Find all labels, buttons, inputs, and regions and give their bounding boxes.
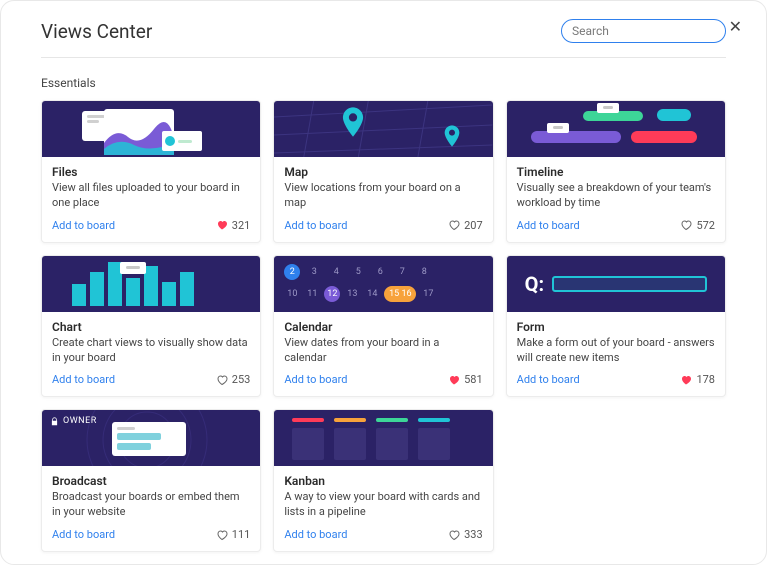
like-button[interactable]: 321 [216,219,251,232]
card-timeline[interactable]: Timeline Visually see a breakdown of your… [506,100,726,243]
header: Views Center [41,19,726,58]
card-files-thumb [42,101,260,157]
card-broadcast[interactable]: OWNER Broadcast Broadcast your boards or … [41,409,261,552]
card-desc: A way to view your board with cards and … [284,490,482,520]
like-button[interactable]: 111 [216,528,251,541]
like-count: 178 [696,373,715,386]
like-count: 111 [232,528,251,541]
add-to-board-button[interactable]: Add to board [517,219,580,232]
like-count: 207 [464,219,483,232]
card-files[interactable]: Files View all files uploaded to your boa… [41,100,261,243]
card-title: Map [284,165,482,179]
card-form[interactable]: Q: Form Make a form out of your board - a… [506,255,726,398]
cards-grid: Files View all files uploaded to your boa… [41,100,726,552]
heart-icon [216,374,228,386]
add-to-board-button[interactable]: Add to board [52,219,115,232]
card-form-thumb: Q: [507,256,725,312]
card-title: Kanban [284,474,482,488]
like-count: 333 [464,528,483,541]
card-desc: View all files uploaded to your board in… [52,181,250,211]
card-calendar-thumb: 2345678 101112131415 1617 [274,256,492,312]
card-desc: Create chart views to visually show data… [52,336,250,366]
search-input-wrap[interactable] [561,19,726,43]
like-count: 321 [232,219,251,232]
card-chart[interactable]: Chart Create chart views to visually show… [41,255,261,398]
like-button[interactable]: 253 [216,373,251,386]
section-label: Essentials [41,76,726,90]
add-to-board-button[interactable]: Add to board [284,528,347,541]
like-count: 253 [232,373,251,386]
card-title: Broadcast [52,474,250,488]
heart-icon [680,374,692,386]
card-title: Chart [52,320,250,334]
card-chart-thumb [42,256,260,312]
like-count: 581 [464,373,483,386]
like-button[interactable]: 333 [448,528,483,541]
add-to-board-button[interactable]: Add to board [52,373,115,386]
card-kanban[interactable]: Kanban A way to view your board with card… [273,409,493,552]
add-to-board-button[interactable]: Add to board [284,219,347,232]
heart-icon [216,219,228,231]
form-q-icon: Q: [525,272,544,296]
heart-icon [448,374,460,386]
search-input[interactable] [572,24,728,38]
card-map[interactable]: Map View locations from your board on a m… [273,100,493,243]
like-button[interactable]: 207 [448,219,483,232]
card-kanban-thumb [274,410,492,466]
heart-icon [216,529,228,541]
like-button[interactable]: 178 [680,373,715,386]
card-desc: Visually see a breakdown of your team's … [517,181,715,211]
add-to-board-button[interactable]: Add to board [52,528,115,541]
heart-icon [448,219,460,231]
heart-icon [680,219,692,231]
like-count: 572 [696,219,715,232]
card-title: Timeline [517,165,715,179]
card-title: Calendar [284,320,482,334]
close-icon[interactable]: ✕ [729,19,742,35]
card-desc: View dates from your board in a calendar [284,336,482,366]
card-desc: Broadcast your boards or embed them in y… [52,490,250,520]
map-pin-icon [444,125,460,147]
heart-icon [448,529,460,541]
card-calendar[interactable]: 2345678 101112131415 1617 Calendar View d… [273,255,493,398]
page-title: Views Center [41,20,152,43]
card-title: Files [52,165,250,179]
card-timeline-thumb [507,101,725,157]
like-button[interactable]: 581 [448,373,483,386]
map-pin-icon [342,107,364,137]
add-to-board-button[interactable]: Add to board [517,373,580,386]
add-to-board-button[interactable]: Add to board [284,373,347,386]
card-broadcast-thumb: OWNER [42,410,260,466]
like-button[interactable]: 572 [680,219,715,232]
card-desc: View locations from your board on a map [284,181,482,211]
card-map-thumb [274,101,492,157]
card-title: Form [517,320,715,334]
card-desc: Make a form out of your board - answers … [517,336,715,366]
